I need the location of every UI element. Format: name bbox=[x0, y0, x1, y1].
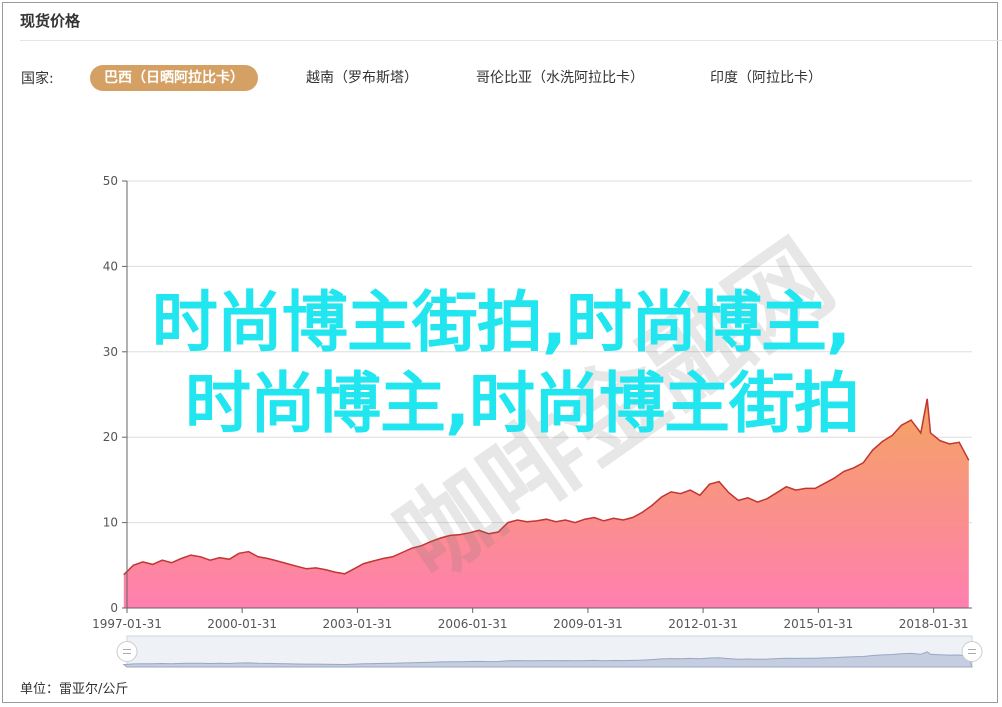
unit-label: 单位：雷亚尔/公斤 bbox=[20, 682, 129, 697]
y-tick-label: 40 bbox=[103, 259, 118, 273]
y-tick-label: 30 bbox=[103, 345, 118, 359]
x-tick-label: 2012-01-31 bbox=[668, 617, 738, 631]
y-tick-label: 50 bbox=[103, 174, 118, 188]
x-tick-label: 2000-01-31 bbox=[207, 617, 277, 631]
zoom-handle-knob bbox=[116, 641, 138, 662]
y-tick-label: 10 bbox=[103, 516, 118, 530]
zoom-handle-knob bbox=[961, 641, 983, 662]
x-tick-label: 2009-01-31 bbox=[553, 617, 623, 631]
x-tick-label: 2015-01-31 bbox=[783, 617, 853, 631]
y-tick-label: 20 bbox=[103, 430, 118, 444]
x-tick-label: 2006-01-31 bbox=[438, 617, 508, 631]
series-area bbox=[123, 398, 969, 608]
x-tick-label: 2003-01-31 bbox=[323, 617, 393, 631]
price-area-chart: 0 10 20 30 40 50 1997-01-31 2000-01-31 2003-01-3… bbox=[92, 174, 983, 668]
x-tick-label: 1997-01-31 bbox=[92, 617, 162, 631]
zoom-handle-right[interactable] bbox=[961, 641, 983, 662]
zoom-handle-left[interactable] bbox=[116, 641, 138, 662]
x-tick-label: 2018-01-31 bbox=[899, 617, 969, 631]
y-tick-label: 0 bbox=[110, 601, 118, 615]
